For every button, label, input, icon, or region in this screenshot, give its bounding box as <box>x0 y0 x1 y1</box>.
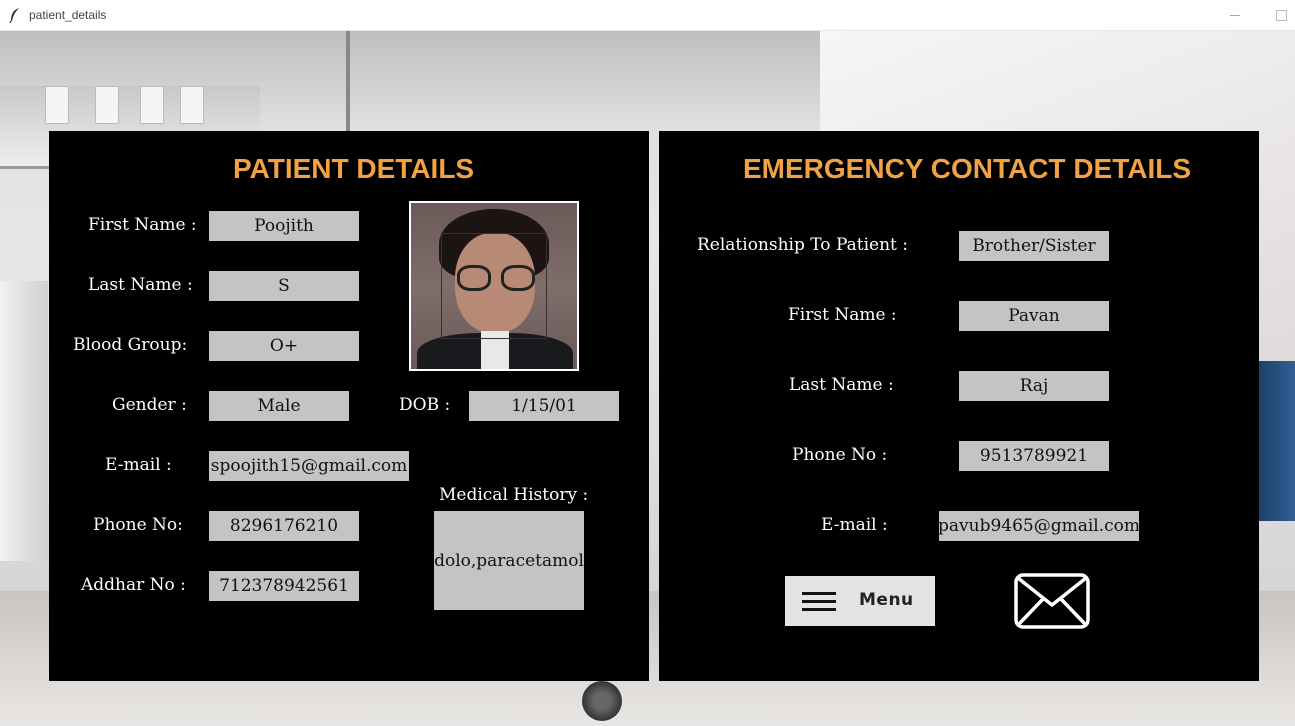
minimize-button[interactable] <box>1212 0 1258 31</box>
email-label: E-mail : <box>105 455 172 475</box>
first-name-field: Poojith <box>209 211 359 241</box>
menu-button[interactable]: Menu <box>785 576 935 626</box>
envelope-icon[interactable] <box>1014 573 1090 629</box>
window-titlebar: patient_details <box>0 0 1295 31</box>
patient-details-panel: PATIENT DETAILS First Name : Poojith Las… <box>49 131 649 681</box>
dob-label: DOB : <box>399 395 451 415</box>
patient-photo <box>409 201 579 371</box>
ec-phone-field: 9513789921 <box>959 441 1109 471</box>
phone-field: 8296176210 <box>209 511 359 541</box>
medical-history-label: Medical History : <box>439 485 589 505</box>
ec-last-name-field: Raj <box>959 371 1109 401</box>
last-name-label: Last Name : <box>88 275 193 295</box>
ec-email-field: pavub9465@gmail.com <box>938 511 1140 541</box>
gender-label: Gender : <box>112 395 187 415</box>
blood-group-field: O+ <box>209 331 359 361</box>
menu-button-label: Menu <box>859 590 914 610</box>
feather-icon <box>9 8 19 23</box>
ec-first-name-label: First Name : <box>788 305 897 325</box>
last-name-field: S <box>209 271 359 301</box>
gender-field: Male <box>209 391 349 421</box>
ec-email-label: E-mail : <box>821 515 888 535</box>
addhar-label: Addhar No : <box>81 575 186 595</box>
blood-group-label: Blood Group: <box>73 335 188 355</box>
ec-first-name-field: Pavan <box>959 301 1109 331</box>
ec-phone-label: Phone No : <box>792 445 888 465</box>
relationship-field: Brother/Sister <box>959 231 1109 261</box>
dob-field: 1/15/01 <box>469 391 619 421</box>
minimize-icon <box>1230 15 1240 16</box>
window-title: patient_details <box>29 8 107 22</box>
phone-label: Phone No: <box>93 515 183 535</box>
medical-history-field: dolo,paracetamol <box>434 511 584 610</box>
addhar-field: 712378942561 <box>209 571 359 601</box>
hamburger-icon <box>802 592 836 616</box>
email-field: spoojith15@gmail.com <box>209 451 409 481</box>
maximize-icon <box>1275 10 1287 21</box>
emergency-contact-panel: EMERGENCY CONTACT DETAILS Relationship T… <box>659 131 1259 681</box>
relationship-label: Relationship To Patient : <box>697 235 908 255</box>
maximize-button[interactable] <box>1258 0 1295 31</box>
patient-details-heading: PATIENT DETAILS <box>233 153 475 184</box>
first-name-label: First Name : <box>88 215 197 235</box>
ec-last-name-label: Last Name : <box>789 375 894 395</box>
emergency-contact-heading: EMERGENCY CONTACT DETAILS <box>743 153 1192 184</box>
